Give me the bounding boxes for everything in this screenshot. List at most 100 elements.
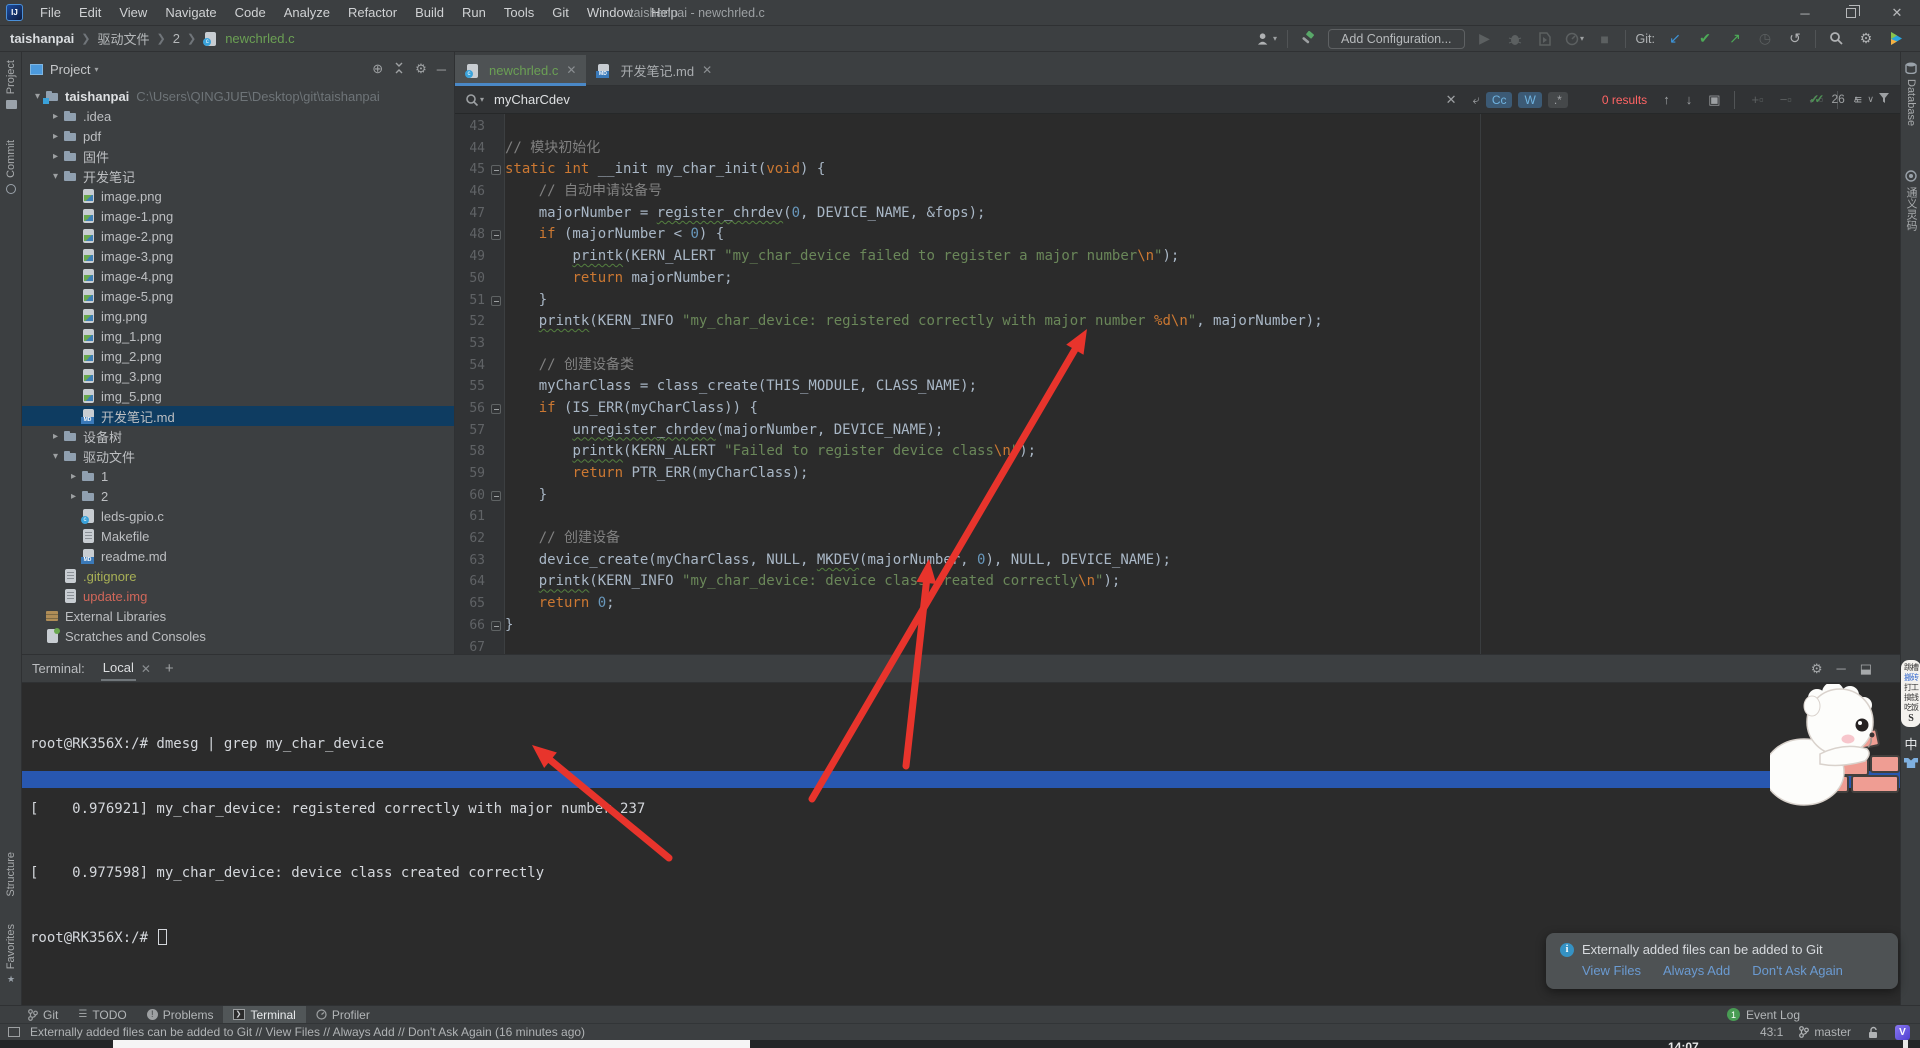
git-history-icon[interactable]: ◷ bbox=[1755, 29, 1775, 49]
debug-icon[interactable] bbox=[1505, 29, 1525, 49]
regex-toggle[interactable]: .* bbox=[1548, 92, 1568, 108]
always-add-link[interactable]: Always Add bbox=[1663, 963, 1730, 978]
tree-item-img_3.png[interactable]: img_3.png bbox=[22, 366, 454, 386]
run-icon[interactable]: ▶ bbox=[1475, 29, 1495, 49]
dont-ask-again-link[interactable]: Don't Ask Again bbox=[1752, 963, 1843, 978]
toolwindow-profiler[interactable]: Profiler bbox=[306, 1006, 380, 1024]
tree-item-image-2.png[interactable]: image-2.png bbox=[22, 226, 454, 246]
sidebar-item-structure[interactable]: Structure bbox=[0, 852, 22, 897]
menu-item-code[interactable]: Code bbox=[226, 5, 275, 20]
restore-button[interactable] bbox=[1828, 0, 1874, 26]
breadcrumb-file[interactable]: c newchrled.c bbox=[203, 31, 294, 46]
new-terminal-icon[interactable]: + bbox=[165, 660, 174, 677]
view-files-link[interactable]: View Files bbox=[1582, 963, 1641, 978]
minimize-button[interactable]: ─ bbox=[1782, 0, 1828, 26]
close-terminal-tab-icon[interactable]: ✕ bbox=[141, 662, 151, 676]
panel-settings-gear-icon[interactable]: ⚙ bbox=[415, 61, 427, 77]
toolwindow-todo[interactable]: ☰ TODO bbox=[68, 1006, 136, 1024]
search-history-chevron-icon[interactable]: ▾ bbox=[480, 95, 484, 104]
tree-chevron-icon[interactable]: ▸ bbox=[48, 111, 63, 122]
add-selection-icon[interactable]: +▫ bbox=[1751, 92, 1763, 107]
menu-item-edit[interactable]: Edit bbox=[70, 5, 110, 20]
collapse-all-icon[interactable] bbox=[393, 62, 405, 77]
filter-search-icon[interactable] bbox=[1878, 92, 1890, 107]
fold-marker-icon[interactable] bbox=[491, 296, 501, 306]
tree-item-image-3.png[interactable]: image-3.png bbox=[22, 246, 454, 266]
newline-icon[interactable]: ⤶ bbox=[1473, 92, 1480, 108]
tree-item-.idea[interactable]: ▸.idea bbox=[22, 106, 454, 126]
tree-chevron-icon[interactable]: ▸ bbox=[48, 431, 63, 442]
tree-item-update.img[interactable]: update.img bbox=[22, 586, 454, 606]
git-commit-icon[interactable]: ✔ bbox=[1695, 29, 1715, 49]
menu-item-navigate[interactable]: Navigate bbox=[156, 5, 225, 20]
close-tab-icon[interactable]: ✕ bbox=[566, 63, 576, 77]
prev-problem-icon[interactable]: ∧ bbox=[1853, 94, 1860, 105]
close-button[interactable]: ✕ bbox=[1874, 0, 1920, 26]
tab-dev-notes-md[interactable]: MD 开发笔记.md ✕ bbox=[586, 55, 722, 85]
tree-item-Makefile[interactable]: Makefile bbox=[22, 526, 454, 546]
tree-item-readme.md[interactable]: MDreadme.md bbox=[22, 546, 454, 566]
next-occurrence-icon[interactable]: ↓ bbox=[1686, 92, 1693, 107]
tree-item-设备树[interactable]: ▸设备树 bbox=[22, 426, 454, 446]
profiler-icon[interactable]: ▾ bbox=[1565, 29, 1585, 49]
git-push-icon[interactable]: ↗ bbox=[1725, 29, 1745, 49]
build-hammer-icon[interactable] bbox=[1298, 29, 1318, 49]
restore-terminal-icon[interactable]: ⬓ bbox=[1860, 661, 1872, 677]
select-all-occurrences-icon[interactable]: ▣ bbox=[1708, 92, 1720, 108]
caret-position[interactable]: 43:1 bbox=[1760, 1025, 1783, 1039]
project-panel-title[interactable]: Project bbox=[50, 62, 90, 77]
tree-item-开发笔记.md[interactable]: MD开发笔记.md bbox=[22, 406, 454, 426]
user-icon[interactable]: ▾ bbox=[1257, 29, 1277, 49]
tree-item-image-4.png[interactable]: image-4.png bbox=[22, 266, 454, 286]
next-problem-icon[interactable]: ∨ bbox=[1867, 94, 1874, 105]
breadcrumb-subfolder[interactable]: 2 bbox=[173, 31, 180, 46]
previous-occurrence-icon[interactable]: ↑ bbox=[1663, 92, 1670, 107]
event-log-button[interactable]: 1 Event Log bbox=[1727, 1008, 1920, 1022]
coverage-icon[interactable] bbox=[1535, 29, 1555, 49]
fold-marker-icon[interactable] bbox=[491, 230, 501, 240]
tree-item-image-1.png[interactable]: image-1.png bbox=[22, 206, 454, 226]
plugin-gradient-icon[interactable] bbox=[1886, 29, 1906, 49]
sidebar-item-project[interactable]: Project bbox=[0, 60, 22, 109]
sidebar-item-tongyi-lingma[interactable]: 通义灵码 bbox=[1901, 170, 1920, 231]
toolwindow-toggle-icon[interactable] bbox=[8, 1027, 20, 1037]
menu-item-tools[interactable]: Tools bbox=[495, 5, 543, 20]
menu-item-build[interactable]: Build bbox=[406, 5, 453, 20]
tree-chevron-icon[interactable]: ▾ bbox=[48, 451, 63, 462]
sidebar-item-database[interactable]: Database bbox=[1901, 62, 1920, 126]
toolwindow-git[interactable]: Git bbox=[18, 1006, 68, 1024]
tree-item-taishanpai[interactable]: ▾taishanpaiC:\Users\QINGJUE\Desktop\git\… bbox=[22, 86, 454, 106]
toolwindow-terminal[interactable]: ❯ Terminal bbox=[223, 1006, 305, 1024]
fold-marker-icon[interactable] bbox=[491, 491, 501, 501]
fold-marker-icon[interactable] bbox=[491, 621, 501, 631]
menu-item-git[interactable]: Git bbox=[543, 5, 578, 20]
terminal-tab-local[interactable]: Local bbox=[101, 656, 136, 681]
tree-item-1[interactable]: ▸1 bbox=[22, 466, 454, 486]
tab-newchrled-c[interactable]: c newchrled.c ✕ bbox=[455, 55, 586, 85]
git-update-icon[interactable]: ↙ bbox=[1665, 29, 1685, 49]
close-tab-icon[interactable]: ✕ bbox=[702, 63, 712, 77]
status-message[interactable]: Externally added files can be added to G… bbox=[30, 1025, 585, 1039]
menu-item-view[interactable]: View bbox=[110, 5, 156, 20]
inspections-widget[interactable]: ✓✓ 26 ∧ ∨ bbox=[1809, 92, 1874, 106]
tree-chevron-icon[interactable]: ▸ bbox=[48, 131, 63, 142]
terminal-settings-gear-icon[interactable]: ⚙ bbox=[1811, 661, 1823, 677]
fold-marker-icon[interactable] bbox=[491, 165, 501, 175]
sidebar-item-favorites[interactable]: Favorites ★ bbox=[0, 924, 22, 985]
tree-item-image.png[interactable]: image.png bbox=[22, 186, 454, 206]
ideavim-icon[interactable]: V bbox=[1895, 1025, 1910, 1040]
tree-item-img_1.png[interactable]: img_1.png bbox=[22, 326, 454, 346]
git-branch-widget[interactable]: master bbox=[1799, 1025, 1851, 1039]
remove-selection-icon[interactable]: −▫ bbox=[1780, 92, 1792, 107]
unlock-icon[interactable] bbox=[1867, 1026, 1879, 1039]
locate-file-icon[interactable]: ⊕ bbox=[372, 61, 383, 77]
tree-item-Scratches and Consoles[interactable]: Scratches and Consoles bbox=[22, 626, 454, 646]
sidebar-item-commit[interactable]: Commit bbox=[0, 140, 22, 194]
tree-chevron-icon[interactable]: ▸ bbox=[66, 491, 81, 502]
menu-item-refactor[interactable]: Refactor bbox=[339, 5, 406, 20]
match-case-toggle[interactable]: Cc bbox=[1486, 92, 1513, 108]
tree-item-驱动文件[interactable]: ▾驱动文件 bbox=[22, 446, 454, 466]
clear-search-icon[interactable]: ✕ bbox=[1446, 92, 1457, 108]
breadcrumb-project[interactable]: taishanpai bbox=[10, 31, 74, 46]
tree-chevron-icon[interactable]: ▸ bbox=[66, 471, 81, 482]
